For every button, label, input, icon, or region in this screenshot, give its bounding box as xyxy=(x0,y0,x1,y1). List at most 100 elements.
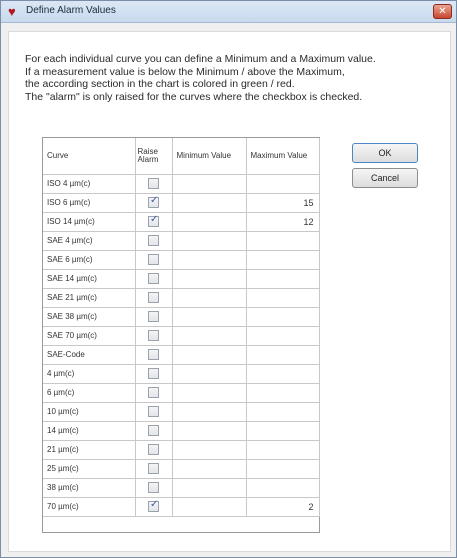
minimum-value-cell[interactable] xyxy=(172,345,247,365)
minimum-value-cell[interactable] xyxy=(172,440,247,460)
raise-alarm-cell xyxy=(135,364,173,384)
raise-alarm-checkbox[interactable] xyxy=(148,387,159,398)
table-row: SAE 6 µm(c) xyxy=(43,250,320,270)
minimum-value-cell[interactable] xyxy=(172,478,247,498)
curve-name-cell: ISO 6 µm(c) xyxy=(43,193,136,213)
table-row: 70 µm(c) 2 xyxy=(43,497,320,517)
raise-alarm-checkbox[interactable] xyxy=(148,463,159,474)
raise-alarm-checkbox[interactable] xyxy=(148,406,159,417)
maximum-value-cell[interactable] xyxy=(246,250,320,270)
alarm-values-grid: Curve Raise Alarm Minimum Value Maximum … xyxy=(42,137,320,533)
close-icon: ✕ xyxy=(438,6,447,17)
table-row: 38 µm(c) xyxy=(43,478,320,498)
instructions-text: For each individual curve you can define… xyxy=(25,53,450,103)
maximum-value-cell[interactable] xyxy=(246,231,320,251)
curve-name-cell: SAE 4 µm(c) xyxy=(43,231,136,251)
raise-alarm-checkbox[interactable] xyxy=(148,254,159,265)
table-row: ISO 4 µm(c) xyxy=(43,174,320,194)
raise-alarm-checkbox[interactable] xyxy=(148,368,159,379)
close-button[interactable]: ✕ xyxy=(433,4,452,19)
maximum-value-cell[interactable]: 12 xyxy=(246,212,320,232)
minimum-value-cell[interactable] xyxy=(172,326,247,346)
raise-alarm-cell xyxy=(135,212,173,232)
table-row: ISO 14 µm(c) 12 xyxy=(43,212,320,232)
raise-alarm-checkbox[interactable] xyxy=(148,349,159,360)
minimum-value-cell[interactable] xyxy=(172,288,247,308)
maximum-value-cell[interactable] xyxy=(246,174,320,194)
raise-alarm-checkbox[interactable] xyxy=(148,178,159,189)
heart-app-icon: ♥ xyxy=(8,4,16,19)
column-header-maximum: Maximum Value xyxy=(246,138,320,175)
raise-alarm-checkbox[interactable] xyxy=(148,311,159,322)
table-row: SAE 70 µm(c) xyxy=(43,326,320,346)
table-header-row: Curve Raise Alarm Minimum Value Maximum … xyxy=(43,138,320,175)
minimum-value-cell[interactable] xyxy=(172,402,247,422)
maximum-value-cell[interactable] xyxy=(246,383,320,403)
raise-alarm-cell xyxy=(135,383,173,403)
minimum-value-cell[interactable] xyxy=(172,497,247,517)
curve-name-cell: SAE 38 µm(c) xyxy=(43,307,136,327)
raise-alarm-cell xyxy=(135,288,173,308)
raise-alarm-checkbox[interactable] xyxy=(148,425,159,436)
maximum-value-cell[interactable] xyxy=(246,364,320,384)
curve-name-cell: SAE 21 µm(c) xyxy=(43,288,136,308)
maximum-value-cell[interactable] xyxy=(246,459,320,479)
curve-name-cell: SAE 6 µm(c) xyxy=(43,250,136,270)
raise-alarm-cell xyxy=(135,250,173,270)
maximum-value-cell[interactable] xyxy=(246,440,320,460)
cancel-button[interactable]: Cancel xyxy=(352,168,418,188)
raise-alarm-checkbox[interactable] xyxy=(148,273,159,284)
maximum-value-cell[interactable] xyxy=(246,402,320,422)
column-header-minimum: Minimum Value xyxy=(172,138,247,175)
table-row: 21 µm(c) xyxy=(43,440,320,460)
minimum-value-cell[interactable] xyxy=(172,459,247,479)
maximum-value-cell[interactable]: 2 xyxy=(246,497,320,517)
curve-name-cell: 70 µm(c) xyxy=(43,497,136,517)
maximum-value-cell[interactable] xyxy=(246,421,320,441)
title-bar[interactable]: ♥ Define Alarm Values ✕ xyxy=(1,1,456,23)
minimum-value-cell[interactable] xyxy=(172,383,247,403)
maximum-value-cell[interactable] xyxy=(246,345,320,365)
curve-name-cell: SAE 70 µm(c) xyxy=(43,326,136,346)
maximum-value-cell[interactable] xyxy=(246,269,320,289)
minimum-value-cell[interactable] xyxy=(172,231,247,251)
instruction-line: the according section in the chart is co… xyxy=(25,78,295,91)
minimum-value-cell[interactable] xyxy=(172,421,247,441)
alarm-table: Curve Raise Alarm Minimum Value Maximum … xyxy=(43,138,320,517)
curve-name-cell: ISO 14 µm(c) xyxy=(43,212,136,232)
table-row: 6 µm(c) xyxy=(43,383,320,403)
raise-alarm-checkbox[interactable] xyxy=(148,195,159,208)
raise-alarm-cell xyxy=(135,231,173,251)
raise-alarm-cell xyxy=(135,440,173,460)
raise-alarm-checkbox[interactable] xyxy=(148,482,159,493)
minimum-value-cell[interactable] xyxy=(172,250,247,270)
define-alarm-values-dialog: ♥ Define Alarm Values ✕ For each individ… xyxy=(0,0,457,558)
maximum-value-cell[interactable] xyxy=(246,326,320,346)
minimum-value-cell[interactable] xyxy=(172,269,247,289)
maximum-value-cell[interactable]: 15 xyxy=(246,193,320,213)
raise-alarm-checkbox[interactable] xyxy=(148,499,159,512)
minimum-value-cell[interactable] xyxy=(172,307,247,327)
minimum-value-cell[interactable] xyxy=(172,193,247,213)
raise-alarm-checkbox[interactable] xyxy=(148,330,159,341)
minimum-value-cell[interactable] xyxy=(172,212,247,232)
curve-name-cell: 21 µm(c) xyxy=(43,440,136,460)
curve-name-cell: 10 µm(c) xyxy=(43,402,136,422)
raise-alarm-checkbox[interactable] xyxy=(148,235,159,246)
table-row: ISO 6 µm(c) 15 xyxy=(43,193,320,213)
raise-alarm-cell xyxy=(135,459,173,479)
raise-alarm-cell xyxy=(135,345,173,365)
raise-alarm-cell xyxy=(135,421,173,441)
raise-alarm-checkbox[interactable] xyxy=(148,214,159,227)
raise-alarm-checkbox[interactable] xyxy=(148,292,159,303)
curve-name-cell: ISO 4 µm(c) xyxy=(43,174,136,194)
maximum-value-cell[interactable] xyxy=(246,288,320,308)
ok-button[interactable]: OK xyxy=(352,143,418,163)
table-row: 4 µm(c) xyxy=(43,364,320,384)
maximum-value-cell[interactable] xyxy=(246,478,320,498)
raise-alarm-checkbox[interactable] xyxy=(148,444,159,455)
minimum-value-cell[interactable] xyxy=(172,174,247,194)
minimum-value-cell[interactable] xyxy=(172,364,247,384)
curve-name-cell: 4 µm(c) xyxy=(43,364,136,384)
maximum-value-cell[interactable] xyxy=(246,307,320,327)
